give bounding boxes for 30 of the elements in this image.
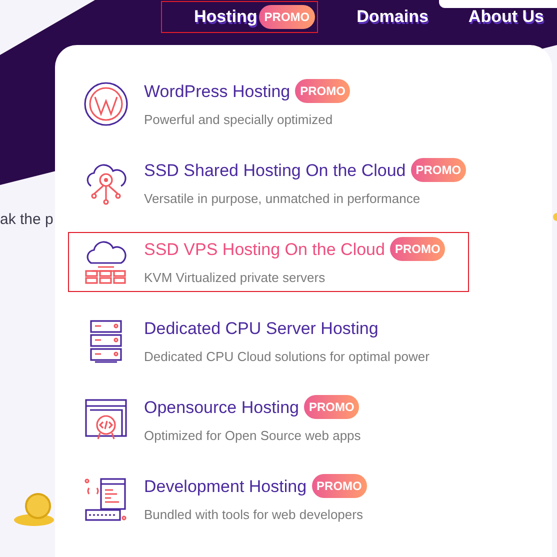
menu-item-title: SSD Shared Hosting On the Cloud — [144, 160, 406, 182]
menu-item-description: Versatile in purpose, unmatched in performance — [144, 190, 422, 208]
nav-link[interactable]: About Us — [468, 2, 544, 32]
menu-item[interactable]: Development Hosting PROMO Bundled with tools for web developers — [69, 470, 468, 528]
menu-item-description: Dedicated CPU Cloud solutions for optimal power — [144, 348, 430, 366]
menu-item-description: KVM Virtualized private servers — [144, 269, 326, 287]
menu-item[interactable]: WordPress Hosting PROMO Powerful and specially optimized — [69, 75, 468, 133]
promo-badge: PROMO — [312, 474, 367, 498]
menu-item-description: Optimized for Open Source web apps — [144, 427, 361, 445]
menu-item-title: WordPress Hosting — [144, 80, 290, 102]
menu-item[interactable]: SSD VPS Hosting On the Cloud PROMO KVM Virtualized private servers — [69, 233, 468, 291]
nav-link[interactable]: Hosting PROMO — [162, 2, 317, 32]
menu-item[interactable]: Dedicated CPU Server Hosting Dedicated CPU Cloud solutions for optimal power — [69, 312, 468, 370]
nav-link[interactable]: Domains — [356, 2, 428, 32]
promo-badge: PROMO — [410, 158, 466, 182]
menu-item-title: Development Hosting — [144, 476, 307, 498]
hero-text: ak the p — [0, 210, 54, 230]
promo-badge: PROMO — [295, 79, 350, 104]
menu-item[interactable]: SSD Shared Hosting On the Cloud PROMO Versatile in purpose, unmatched in performance — [69, 154, 468, 212]
w-circle-icon — [83, 81, 129, 127]
menu-item-description: Bundled with tools for web developers — [144, 506, 364, 524]
menu-item-title: Opensource Hosting — [144, 396, 299, 418]
promo-badge: PROMO — [390, 237, 446, 262]
code-keyboard-icon — [83, 476, 129, 522]
menu-item[interactable]: Opensource Hosting PROMO Optimized for Open Source web apps — [69, 391, 468, 449]
menu-item-description: Powerful and specially optimized — [144, 111, 334, 129]
cloud-server-icon — [83, 239, 129, 285]
menu-item-title: Dedicated CPU Server Hosting — [144, 318, 378, 340]
menu-item-title: SSD VPS Hosting On the Cloud — [144, 238, 385, 260]
promo-badge: PROMO — [304, 395, 360, 420]
